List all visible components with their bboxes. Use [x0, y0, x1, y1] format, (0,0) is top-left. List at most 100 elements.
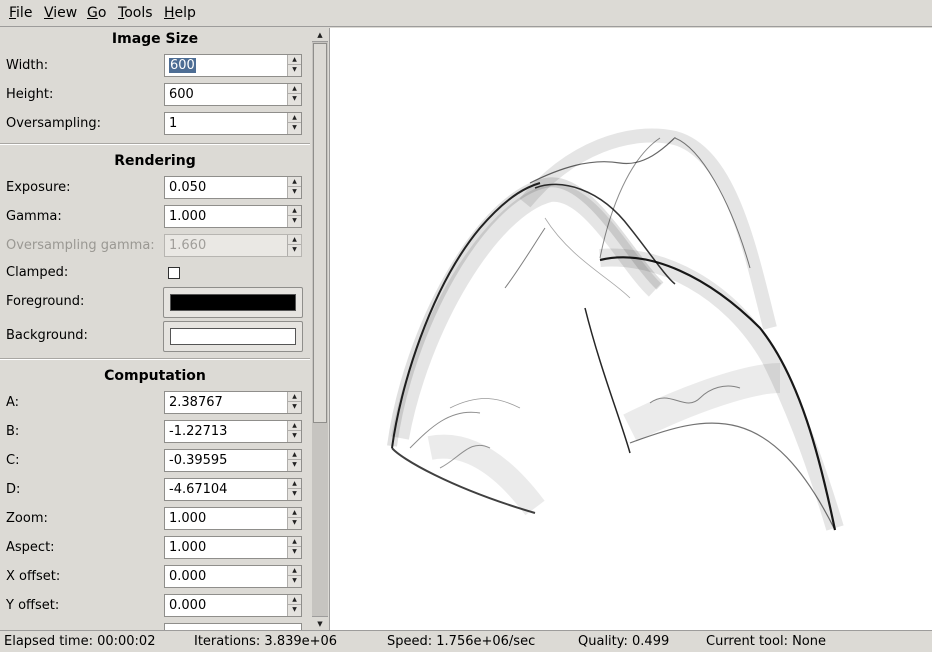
height-spinbox[interactable]: 600 ▲ ▼ — [164, 83, 302, 106]
d-spin-arrows[interactable]: ▲ ▼ — [287, 479, 301, 500]
d-label: D: — [6, 482, 21, 497]
spin-up-icon[interactable]: ▲ — [288, 566, 301, 576]
zoom-label: Zoom: — [6, 511, 48, 526]
image-size-heading: Image Size — [111, 31, 199, 47]
gamma-label: Gamma: — [6, 209, 62, 224]
width-label: Width: — [6, 58, 49, 73]
b-label: B: — [6, 424, 20, 439]
oversampling-value[interactable]: 1 — [169, 116, 177, 131]
d-value[interactable]: -4.67104 — [169, 482, 227, 497]
spin-down-icon[interactable]: ▼ — [288, 605, 301, 615]
spin-up-icon[interactable]: ▲ — [288, 537, 301, 547]
spin-up-icon[interactable]: ▲ — [288, 177, 301, 187]
aspect-spinbox[interactable]: 1.000 ▲ ▼ — [164, 536, 302, 559]
exposure-spin-arrows[interactable]: ▲ ▼ — [287, 177, 301, 198]
height-spin-arrows[interactable]: ▲ ▼ — [287, 84, 301, 105]
separator — [0, 358, 310, 360]
spin-up-icon[interactable]: ▲ — [288, 55, 301, 65]
computation-heading: Computation — [104, 368, 206, 384]
spin-down-icon[interactable]: ▼ — [288, 518, 301, 528]
spin-down-icon[interactable]: ▼ — [288, 460, 301, 470]
c-spin-arrows[interactable]: ▲ ▼ — [287, 450, 301, 471]
b-value[interactable]: -1.22713 — [169, 424, 227, 439]
scrollbar-thumb[interactable] — [313, 43, 327, 423]
yoffset-label: Y offset: — [6, 598, 60, 613]
zoom-spin-arrows[interactable]: ▲ ▼ — [287, 508, 301, 529]
a-label: A: — [6, 395, 20, 410]
aspect-value[interactable]: 1.000 — [169, 540, 206, 555]
oversampling-spin-arrows[interactable]: ▲ ▼ — [287, 113, 301, 134]
oversampling-spinbox[interactable]: 1 ▲ ▼ — [164, 112, 302, 135]
menu-go[interactable]: Go — [87, 5, 106, 21]
zoom-value[interactable]: 1.000 — [169, 511, 206, 526]
menu-view[interactable]: View — [44, 5, 77, 21]
spin-down-icon[interactable]: ▼ — [288, 547, 301, 557]
spin-up-icon[interactable]: ▲ — [288, 392, 301, 402]
spin-down-icon[interactable]: ▼ — [288, 187, 301, 197]
spin-up-icon[interactable]: ▲ — [288, 421, 301, 431]
gamma-value[interactable]: 1.000 — [169, 209, 206, 224]
width-value[interactable]: 600 — [169, 58, 196, 73]
spin-down-icon[interactable]: ▼ — [288, 65, 301, 75]
xoffset-spinbox[interactable]: 0.000 ▲ ▼ — [164, 565, 302, 588]
spin-up-icon[interactable]: ▲ — [288, 113, 301, 123]
attractor-image — [387, 128, 844, 531]
next-spinbox[interactable] — [164, 623, 302, 630]
aspect-spin-arrows[interactable]: ▲ ▼ — [287, 537, 301, 558]
spin-down-icon[interactable]: ▼ — [288, 216, 301, 226]
sidebar-scrollbar[interactable]: ▲ ▼ — [312, 28, 328, 630]
elapsed-time: Elapsed time: 00:00:02 — [4, 634, 156, 649]
spin-down-icon[interactable]: ▼ — [288, 402, 301, 412]
spin-up-icon[interactable]: ▲ — [288, 479, 301, 489]
oversampling-gamma-spinbox: 1.660 ▲ ▼ — [164, 234, 302, 257]
c-spinbox[interactable]: -0.39595 ▲ ▼ — [164, 449, 302, 472]
background-color-button[interactable] — [163, 321, 303, 352]
zoom-spinbox[interactable]: 1.000 ▲ ▼ — [164, 507, 302, 530]
height-value[interactable]: 600 — [169, 87, 194, 102]
spin-up-icon[interactable]: ▲ — [288, 450, 301, 460]
c-value[interactable]: -0.39595 — [169, 453, 227, 468]
yoffset-value[interactable]: 0.000 — [169, 598, 206, 613]
status-bar: Elapsed time: 00:00:02 Iterations: 3.839… — [0, 630, 932, 652]
spin-down-icon[interactable]: ▼ — [288, 94, 301, 104]
clamped-checkbox[interactable] — [168, 267, 180, 279]
exposure-label: Exposure: — [6, 180, 71, 195]
a-spin-arrows[interactable]: ▲ ▼ — [287, 392, 301, 413]
width-spinbox[interactable]: 600 ▲ ▼ — [164, 54, 302, 77]
foreground-label: Foreground: — [6, 294, 85, 309]
xoffset-spin-arrows[interactable]: ▲ ▼ — [287, 566, 301, 587]
menu-help[interactable]: Help — [164, 5, 196, 21]
d-spinbox[interactable]: -4.67104 ▲ ▼ — [164, 478, 302, 501]
spin-down-icon[interactable]: ▼ — [288, 431, 301, 441]
spin-down-icon[interactable]: ▼ — [288, 576, 301, 586]
a-value[interactable]: 2.38767 — [169, 395, 223, 410]
spin-up-icon[interactable]: ▲ — [288, 84, 301, 94]
a-spinbox[interactable]: 2.38767 ▲ ▼ — [164, 391, 302, 414]
scroll-down-icon[interactable]: ▼ — [312, 616, 328, 630]
b-spinbox[interactable]: -1.22713 ▲ ▼ — [164, 420, 302, 443]
render-canvas[interactable] — [329, 28, 932, 630]
gamma-spinbox[interactable]: 1.000 ▲ ▼ — [164, 205, 302, 228]
aspect-label: Aspect: — [6, 540, 55, 555]
scroll-up-icon[interactable]: ▲ — [312, 28, 328, 42]
b-spin-arrows[interactable]: ▲ ▼ — [287, 421, 301, 442]
spin-up-icon[interactable]: ▲ — [288, 206, 301, 216]
gamma-spin-arrows[interactable]: ▲ ▼ — [287, 206, 301, 227]
xoffset-value[interactable]: 0.000 — [169, 569, 206, 584]
clamped-label: Clamped: — [6, 265, 69, 280]
exposure-spinbox[interactable]: 0.050 ▲ ▼ — [164, 176, 302, 199]
yoffset-spin-arrows[interactable]: ▲ ▼ — [287, 595, 301, 616]
exposure-value[interactable]: 0.050 — [169, 180, 206, 195]
yoffset-spinbox[interactable]: 0.000 ▲ ▼ — [164, 594, 302, 617]
menu-file[interactable]: File — [9, 5, 32, 21]
spin-up-icon[interactable]: ▲ — [288, 595, 301, 605]
width-spin-arrows[interactable]: ▲ ▼ — [287, 55, 301, 76]
oversampling-gamma-value: 1.660 — [169, 238, 207, 253]
spin-up-icon: ▲ — [288, 235, 301, 245]
foreground-color-button[interactable] — [163, 287, 303, 318]
speed-readout: Speed: 1.756e+06/sec — [387, 634, 536, 649]
spin-down-icon[interactable]: ▼ — [288, 489, 301, 499]
menu-tools[interactable]: Tools — [118, 5, 153, 21]
spin-down-icon[interactable]: ▼ — [288, 123, 301, 133]
spin-up-icon[interactable]: ▲ — [288, 508, 301, 518]
